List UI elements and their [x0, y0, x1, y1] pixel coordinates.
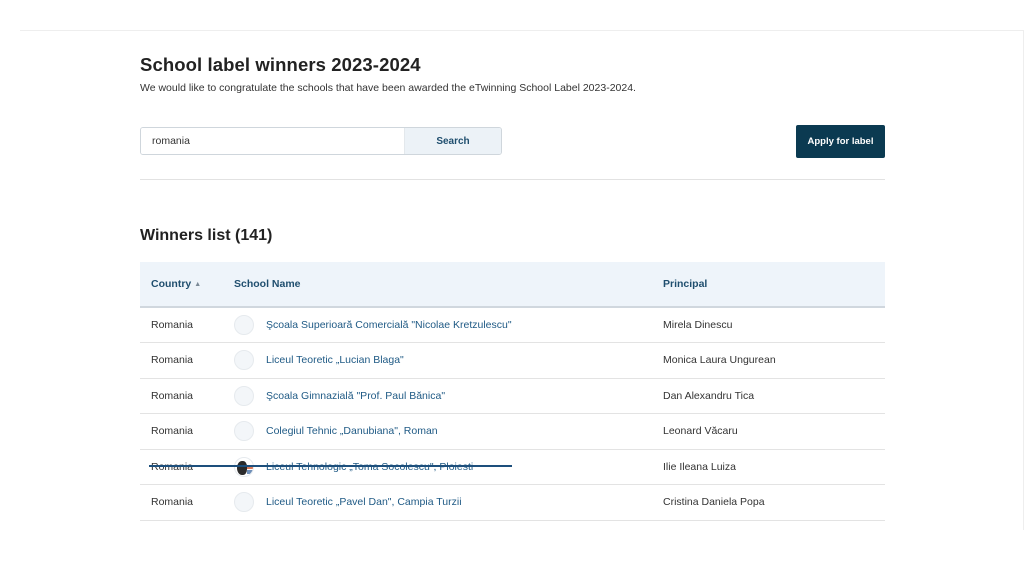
school-name-link[interactable]: Colegiul Tehnic „Danubiana", Roman [266, 425, 438, 437]
sort-ascending-icon: ▲ [194, 281, 202, 288]
cell-school: Şcoala Gimnazială "Prof. Paul Bănica" [234, 378, 652, 414]
cell-country: Romania [151, 389, 194, 402]
page-subtitle: We would like to congratulate the school… [140, 82, 636, 94]
search-row: Search Apply for label [140, 125, 885, 158]
search-button[interactable]: Search [404, 128, 501, 154]
school-name-link[interactable]: Liceul Teoretic „Pavel Dan", Campia Turz… [266, 496, 462, 508]
cell-principal: Mirela Dinescu [663, 319, 733, 331]
cell-principal: Leonard Văcaru [663, 425, 738, 438]
column-header-school: School Name [234, 278, 301, 290]
main-content: School label winners 2023-2024 We would … [140, 54, 885, 521]
row-focus-indicator [149, 465, 512, 467]
column-header-country[interactable]: Country ▲ [140, 262, 234, 307]
cell-school: Liceul Teoretic „Pavel Dan", Campia Turz… [234, 485, 652, 521]
cell-principal: Ilie Ileana Luiza [663, 460, 736, 473]
cell-principal: Dan Alexandru Tica [663, 389, 755, 402]
page-top-divider [20, 30, 1024, 31]
school-cell: Şcoala Superioară Comercială "Nicolae Kr… [234, 315, 641, 335]
search-box: Search [140, 127, 502, 155]
cell-country: Romania [151, 496, 194, 509]
winners-list-title: Winners list (141) [140, 227, 273, 244]
cell-school: Liceul Teoretic „Lucian Blaga" [234, 343, 652, 379]
table-row: Romania Şcoala Gimnazială "Prof. Paul Băn… [140, 378, 885, 414]
school-logo-placeholder-icon [234, 421, 254, 442]
school-logo-placeholder-icon [234, 350, 254, 371]
school-cell: Şcoala Gimnazială "Prof. Paul Bănica" [234, 385, 641, 406]
table-row: Romania Liceul Teoretic „Lucian Blaga" Mon… [140, 343, 885, 379]
school-name-link[interactable]: Liceul Teoretic „Lucian Blaga" [266, 354, 404, 366]
table-row: Romania Şcoala Superioară Comercială "Nic… [140, 307, 885, 343]
cell-country: Romania [151, 354, 194, 367]
cell-principal: Monica Laura Ungurean [663, 354, 776, 367]
school-cell: Liceul Teoretic „Lucian Blaga" [234, 350, 641, 371]
school-logo-placeholder-icon [234, 492, 254, 513]
search-input[interactable] [141, 128, 404, 154]
cell-country: Romania [151, 425, 194, 438]
school-cell: Colegiul Tehnic „Danubiana", Roman [234, 421, 641, 442]
column-header-country-label: Country [151, 278, 192, 290]
cell-principal: Cristina Daniela Popa [663, 496, 765, 509]
table-row: Romania Colegiul Tehnic „Danubiana", Roma… [140, 414, 885, 450]
school-cell: Liceul Teoretic „Pavel Dan", Campia Turz… [234, 492, 641, 513]
apply-for-label-button[interactable]: Apply for label [796, 125, 885, 158]
cell-country: Romania [151, 319, 194, 331]
section-divider [140, 179, 885, 180]
school-logo-placeholder-icon [234, 385, 254, 406]
cell-school: Colegiul Tehnic „Danubiana", Roman [234, 414, 652, 450]
cell-school: Şcoala Superioară Comercială "Nicolae Kr… [234, 307, 652, 343]
table-header-row: Country ▲ School Name Principal [140, 262, 885, 307]
school-logo-placeholder-icon [234, 315, 254, 335]
page-title: School label winners 2023-2024 [140, 54, 421, 75]
table-row: Romania Liceul Teoretic „Pavel Dan", Camp… [140, 485, 885, 521]
school-name-link[interactable]: Şcoala Gimnazială "Prof. Paul Bănica" [266, 390, 445, 402]
winners-table: Country ▲ School Name Principal Romania Şc… [140, 262, 885, 521]
column-header-principal: Principal [663, 278, 708, 290]
school-name-link[interactable]: Şcoala Superioară Comercială "Nicolae Kr… [266, 319, 512, 331]
